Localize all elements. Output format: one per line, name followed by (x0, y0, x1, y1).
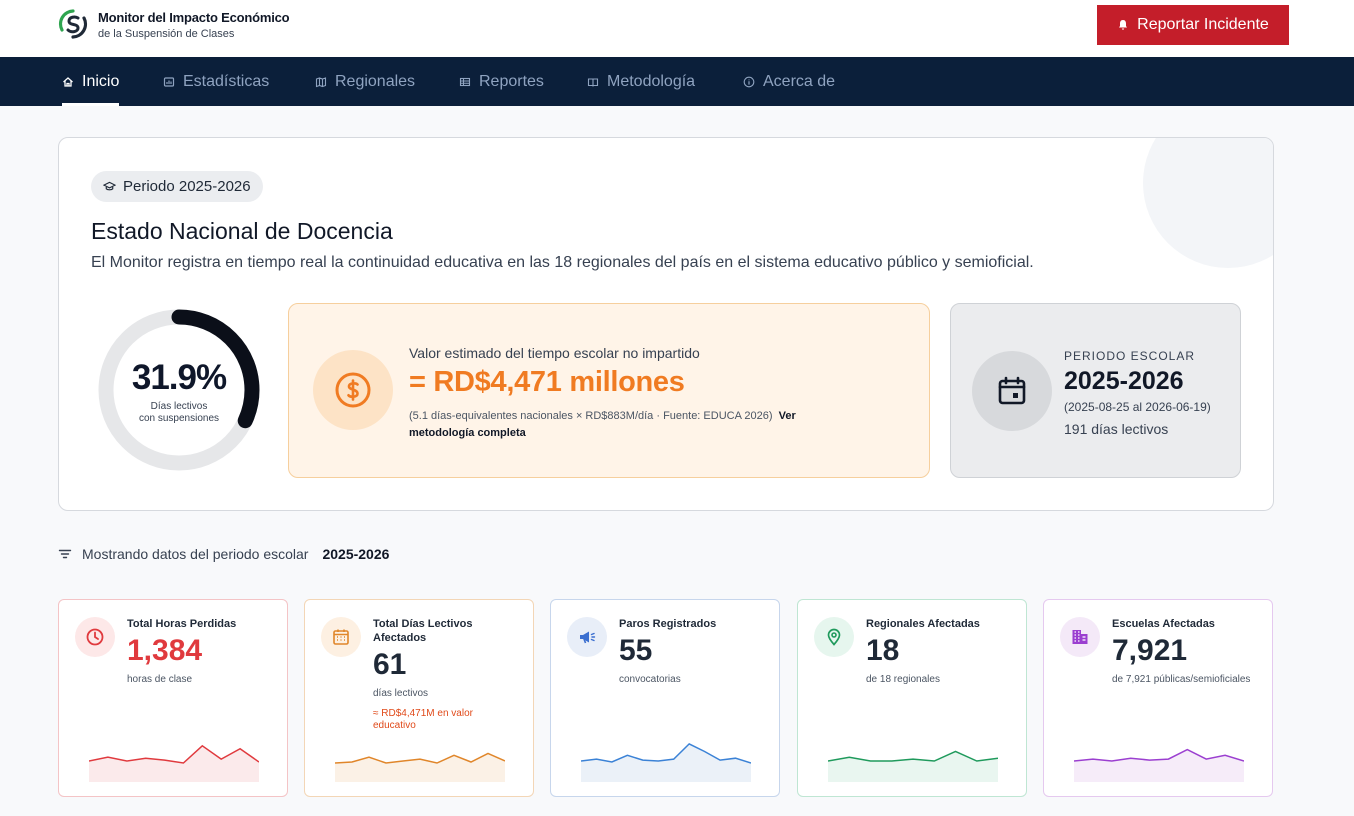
top-header: Monitor del Impacto Económico de la Susp… (0, 0, 1354, 57)
nav-tab-label: Inicio (82, 72, 120, 90)
home-icon (63, 76, 73, 87)
stat-card-dias-lectivos[interactable]: Total Días Lectivos Afectados 61 días le… (304, 599, 534, 797)
nav-tab-label: Metodología (607, 72, 696, 90)
stat-card-paros-registrados[interactable]: Paros Registrados 55 convocatorias (550, 599, 780, 797)
stat-title: Paros Registrados (619, 618, 717, 630)
school-period-days: 191 días lectivos (1064, 421, 1169, 437)
decorative-circle (1143, 138, 1273, 268)
map-icon (315, 76, 327, 87)
nav-tab-inicio[interactable]: Inicio (62, 57, 120, 106)
stat-unit: horas de clase (127, 674, 193, 685)
brand-subtitle: de la Suspensión de Clases (98, 28, 235, 40)
nav-tab-label: Estadísticas (183, 72, 270, 90)
stat-card-horas-perdidas[interactable]: Total Horas Perdidas 1,384 horas de clas… (58, 599, 288, 797)
stat-value: 1,384 (127, 634, 203, 667)
stat-sparkline (335, 752, 505, 782)
period-chip: Periodo 2025-2026 (91, 171, 263, 202)
dollar-circle-icon (335, 372, 371, 408)
table-icon (459, 77, 471, 86)
value-label: Valor estimado del tiempo escolar no imp… (409, 345, 700, 361)
school-icon-circle (972, 351, 1052, 431)
stat-value: 7,921 (1112, 634, 1188, 667)
stat-title: Regionales Afectadas (866, 618, 980, 630)
map-pin-icon (827, 628, 841, 646)
stat-title: Total Días Lectivos Afectados (373, 618, 473, 644)
school-period-year: 2025-2026 (1064, 367, 1184, 395)
filter-label: Mostrando datos del periodo escolar (82, 546, 309, 562)
nav-tab-acerca-de[interactable]: Acerca de (743, 57, 835, 106)
nav-tab-regionales[interactable]: Regionales (315, 57, 415, 106)
clock-icon (86, 628, 104, 646)
stat-sparkline (89, 744, 259, 782)
book-icon (587, 77, 599, 87)
donut-label-line2: con suspensiones (138, 413, 220, 424)
hero-title: Estado Nacional de Docencia (91, 218, 393, 244)
sparkline-line (581, 742, 751, 764)
stat-sparkline (581, 742, 751, 782)
stats-icon (163, 76, 175, 87)
donut-label-line1: Días lectivos (150, 401, 208, 412)
filter-icon[interactable] (58, 547, 72, 561)
filter-value: 2025-2026 (322, 546, 390, 562)
stat-card-escuelas-afectadas[interactable]: Escuelas Afectadas 7,921 de 7,921 públic… (1043, 599, 1273, 797)
nav-tab-estadisticas[interactable]: Estadísticas (163, 57, 269, 106)
stat-title: Total Horas Perdidas (127, 618, 237, 630)
value-icon-circle (313, 350, 393, 430)
calendar-grid-icon (333, 629, 349, 645)
nav-tab-metodologia[interactable]: Metodología (587, 57, 695, 106)
sparkline-area (581, 743, 751, 782)
stat-value: 18 (866, 634, 900, 667)
sparkline-area (828, 751, 998, 782)
stat-icon-circle (567, 617, 607, 657)
nav-tab-reportes[interactable]: Reportes (459, 57, 544, 106)
stat-icon-circle (814, 617, 854, 657)
graduation-cap-icon (103, 181, 116, 191)
stat-extra: ≈ RD$4,471M en valor educativo (373, 708, 473, 731)
stat-unit: de 7,921 públicas/semioficiales (1112, 674, 1251, 685)
nav-tab-label: Regionales (335, 72, 416, 90)
report-incident-button[interactable]: Reportar Incidente (1097, 5, 1289, 45)
megaphone-icon (580, 631, 596, 644)
value-note-text: (5.1 días-equivalentes nacionales × RD$8… (409, 410, 773, 422)
stat-unit: de 18 regionales (866, 674, 940, 685)
school-period-range: (2025-08-25 al 2026-06-19) (1064, 400, 1211, 414)
sparkline-area (89, 745, 259, 782)
stat-value: 61 (373, 648, 407, 681)
info-icon (743, 76, 755, 87)
period-chip-label: Periodo 2025-2026 (123, 178, 251, 195)
bell-icon (1119, 20, 1128, 30)
monitor-logo-icon[interactable] (57, 8, 89, 40)
stat-icon-circle (1060, 617, 1100, 657)
stat-sparkline (828, 750, 998, 782)
calendar-icon (998, 376, 1026, 405)
value-amount: = RD$4,471 millones (409, 366, 685, 398)
sparkline-area (1074, 749, 1244, 782)
educational-value-card: Valor estimado del tiempo escolar no imp… (288, 303, 930, 478)
stat-card-regionales-afectadas[interactable]: Regionales Afectadas 18 de 18 regionales (797, 599, 1027, 797)
hero-description: El Monitor registra en tiempo real la co… (91, 254, 1034, 271)
school-period-kicker: PERIODO ESCOLAR (1064, 349, 1196, 363)
school-period-card: PERIODO ESCOLAR 2025-2026 (2025-08-25 al… (950, 303, 1241, 478)
value-note: (5.1 días-equivalentes nacionales × RD$8… (409, 408, 859, 442)
stat-unit: días lectivos (373, 688, 429, 699)
brand-title[interactable]: Monitor del Impacto Económico (98, 10, 290, 25)
stat-icon-circle (321, 617, 361, 657)
stat-sparkline (1074, 748, 1244, 782)
stat-title: Escuelas Afectadas (1112, 618, 1215, 630)
national-status-card: Periodo 2025-2026 Estado Nacional de Doc… (58, 137, 1274, 511)
report-incident-label: Reportar Incidente (1137, 16, 1269, 33)
donut-percentage: 31.9% (131, 358, 227, 397)
nav-tab-label: Reportes (479, 72, 544, 90)
stat-value: 55 (619, 634, 653, 667)
building-icon (1072, 630, 1088, 644)
period-filter-indicator: Mostrando datos del periodo escolar 2025… (58, 546, 389, 562)
donut-label: Días lectivos con suspensiones (97, 401, 261, 425)
stat-icon-circle (75, 617, 115, 657)
stat-unit: convocatorias (619, 674, 681, 685)
main-nav: Inicio Estadísticas Regionales Reportes … (0, 57, 1354, 106)
nav-tab-label: Acerca de (763, 72, 836, 90)
